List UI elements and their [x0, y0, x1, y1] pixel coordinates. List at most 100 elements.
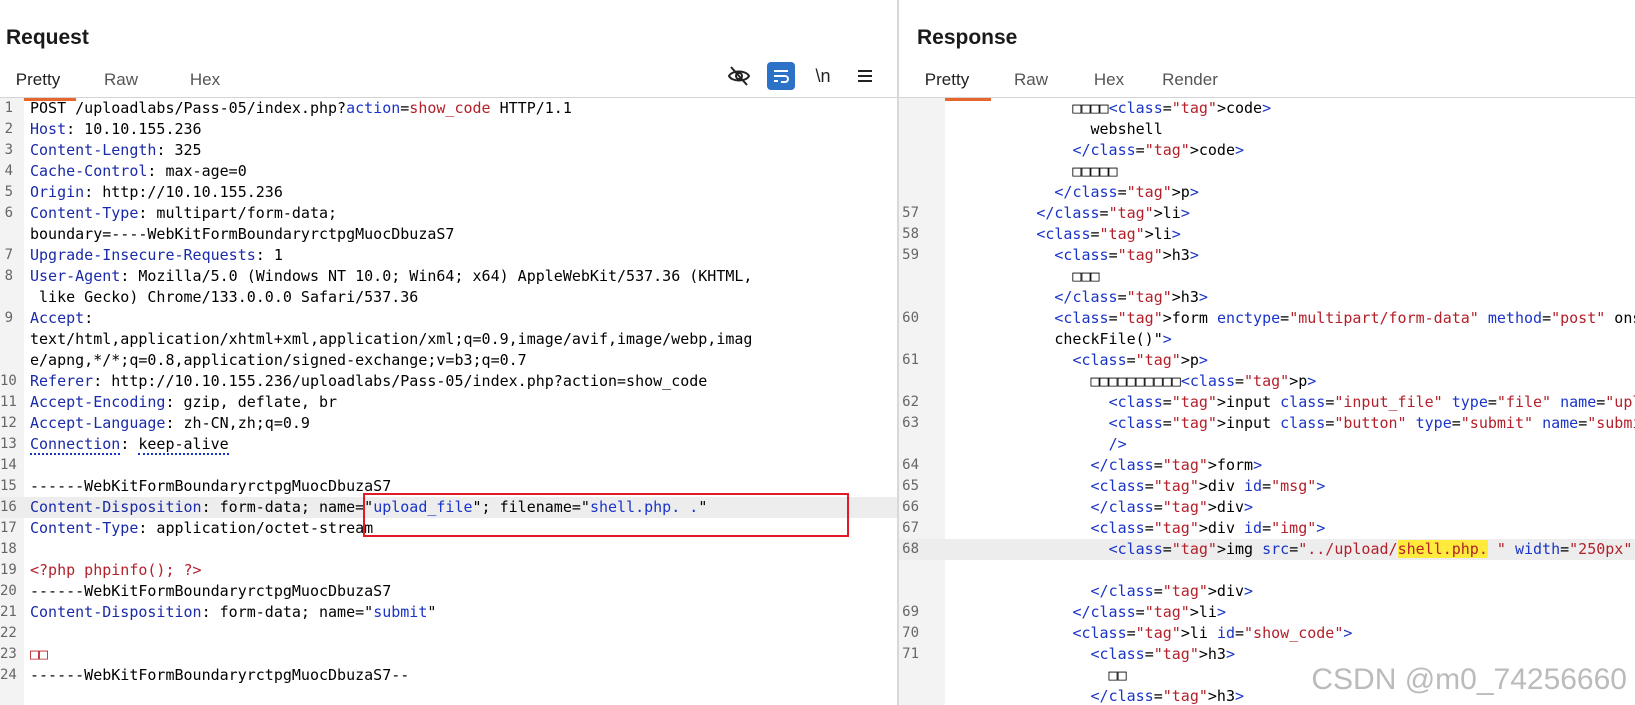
- request-code-line[interactable]: 11 Accept-Encoding: gzip, deflate, br: [0, 392, 897, 413]
- request-code-text: Accept-Encoding: gzip, deflate, br: [30, 393, 338, 411]
- request-code-line[interactable]: 6 Content-Type: multipart/form-data;: [0, 203, 897, 224]
- request-code-text: ------WebKitFormBoundaryrctpgMuocDbuzaS7…: [30, 666, 410, 684]
- response-tab-raw[interactable]: Raw: [991, 64, 1071, 98]
- response-code-line[interactable]: □□□□□□□□□□<class="tag">p>: [899, 371, 1635, 392]
- request-code-line[interactable]: 12 Accept-Language: zh-CN,zh;q=0.9: [0, 413, 897, 434]
- line-number: 60: [902, 310, 919, 326]
- response-code-line[interactable]: </class="tag">p>: [899, 182, 1635, 203]
- request-code-line[interactable]: 23 □□: [0, 644, 897, 665]
- line-number: 8: [4, 268, 13, 284]
- request-tab-hex[interactable]: Hex: [166, 64, 244, 98]
- request-code-text: Content-Type: application/octet-stream: [30, 519, 374, 537]
- request-toolbar: \n: [725, 62, 879, 90]
- line-number: 14: [0, 457, 17, 473]
- response-code-line[interactable]: □□□□<class="tag">code>: [899, 98, 1635, 119]
- request-code-line[interactable]: 7 Upgrade-Insecure-Requests: 1: [0, 245, 897, 266]
- line-number: 1: [4, 100, 13, 116]
- request-code-line[interactable]: 2 Host: 10.10.155.236: [0, 119, 897, 140]
- response-code-line[interactable]: 67 <class="tag">div id="img">: [899, 518, 1635, 539]
- response-code-text: </class="tag">p>: [1054, 183, 1199, 201]
- response-code-text: <class="tag">h3>: [1090, 645, 1236, 663]
- response-tab-render[interactable]: Render: [1147, 64, 1233, 98]
- line-number: 12: [0, 415, 17, 431]
- response-code-text: □□□□□□□□□□<class="tag">p>: [946, 372, 1317, 390]
- line-number: 16: [0, 499, 17, 515]
- response-code-line[interactable]: 69 </class="tag">li>: [899, 602, 1635, 623]
- request-code-line[interactable]: 24 ------WebKitFormBoundaryrctpgMuocDbuza…: [0, 665, 897, 686]
- request-code-line[interactable]: e/apng,*/*;q=0.8,application/signed-exch…: [0, 350, 897, 371]
- request-editor[interactable]: 1 POST /uploadlabs/Pass-05/index.php?acti…: [0, 98, 897, 686]
- response-tab-hex[interactable]: Hex: [1071, 64, 1147, 98]
- response-code-line[interactable]: </class="tag">code>: [899, 140, 1635, 161]
- request-code-line[interactable]: 8 User-Agent: Mozilla/5.0 (Windows NT 10.…: [0, 266, 897, 287]
- response-code-line[interactable]: 64 </class="tag">form>: [899, 455, 1635, 476]
- request-code-line[interactable]: 19 <?php phpinfo(); ?>: [0, 560, 897, 581]
- request-code-text: Referer: http://10.10.155.236/uploadlabs…: [30, 372, 708, 390]
- response-code-line[interactable]: webshell: [899, 119, 1635, 140]
- request-tab-raw[interactable]: Raw: [76, 64, 166, 98]
- request-code-line[interactable]: text/html,application/xhtml+xml,applicat…: [0, 329, 897, 350]
- line-number: 66: [902, 499, 919, 515]
- response-code-line[interactable]: 60 <class="tag">form enctype="multipart/…: [899, 308, 1635, 329]
- request-code-line[interactable]: 4 Cache-Control: max-age=0: [0, 161, 897, 182]
- response-editor[interactable]: □□□□<class="tag">code> webshell </class=…: [899, 98, 1635, 705]
- line-number: 17: [0, 520, 17, 536]
- request-code-line[interactable]: 20 ------WebKitFormBoundaryrctpgMuocDbuza…: [0, 581, 897, 602]
- line-number: 24: [0, 667, 17, 683]
- wrap-lines-icon[interactable]: [767, 62, 795, 90]
- response-code-line[interactable]: 63 <class="tag">input class="button" typ…: [899, 413, 1635, 434]
- request-code-line[interactable]: 21 Content-Disposition: form-data; name="…: [0, 602, 897, 623]
- response-code-line[interactable]: [899, 560, 1635, 581]
- request-code-line[interactable]: 5 Origin: http://10.10.155.236: [0, 182, 897, 203]
- request-code-text: Accept:: [30, 309, 94, 327]
- response-code-line[interactable]: 65 <class="tag">div id="msg">: [899, 476, 1635, 497]
- line-number: 9: [4, 310, 13, 326]
- line-number: 23: [0, 646, 17, 662]
- request-code-line[interactable]: 9 Accept:: [0, 308, 897, 329]
- request-code-line[interactable]: 3 Content-Length: 325: [0, 140, 897, 161]
- response-code-line[interactable]: 57 </class="tag">li>: [899, 203, 1635, 224]
- response-code-line[interactable]: checkFile()">: [899, 329, 1635, 350]
- request-tab-pretty[interactable]: Pretty: [0, 64, 76, 101]
- request-code-line[interactable]: 1 POST /uploadlabs/Pass-05/index.php?acti…: [0, 98, 897, 119]
- request-code-line[interactable]: 13 Connection: keep-alive: [0, 434, 897, 455]
- request-code-line[interactable]: 18: [0, 539, 897, 560]
- response-code-line[interactable]: 66 </class="tag">div>: [899, 497, 1635, 518]
- response-code-line[interactable]: />: [899, 434, 1635, 455]
- request-code-text: Accept-Language: zh-CN,zh;q=0.9: [30, 414, 310, 432]
- response-code-text: <class="tag">img src="../upload/shell.ph…: [1108, 540, 1633, 558]
- response-code-text: <class="tag">li>: [1036, 225, 1181, 243]
- request-code-text: Content-Disposition: form-data; name="su…: [30, 603, 437, 621]
- request-code-line[interactable]: boundary=----WebKitFormBoundaryrctpgMuoc…: [0, 224, 897, 245]
- newline-icon[interactable]: \n: [809, 62, 837, 90]
- response-code-line[interactable]: 59 <class="tag">h3>: [899, 245, 1635, 266]
- request-code-text: text/html,application/xhtml+xml,applicat…: [30, 330, 753, 348]
- response-code-line[interactable]: □□□: [899, 266, 1635, 287]
- response-tab-pretty[interactable]: Pretty: [903, 64, 991, 101]
- request-code-line[interactable]: 10 Referer: http://10.10.155.236/uploadla…: [0, 371, 897, 392]
- response-code-text: □□□: [946, 267, 1100, 285]
- response-code-line[interactable]: 70 <class="tag">li id="show_code">: [899, 623, 1635, 644]
- response-code-line[interactable]: □□□□□: [899, 161, 1635, 182]
- response-code-line[interactable]: 62 <class="tag">input class="input_file"…: [899, 392, 1635, 413]
- response-tabs: Pretty Raw Hex Render: [903, 64, 1233, 101]
- response-code-line[interactable]: </class="tag">h3>: [899, 287, 1635, 308]
- line-number: 18: [0, 541, 17, 557]
- response-code-text: </class="tag">form>: [1090, 456, 1263, 474]
- line-number: 69: [902, 604, 919, 620]
- response-code-line[interactable]: 71 <class="tag">h3>: [899, 644, 1635, 665]
- response-code-line[interactable]: 68 <class="tag">img src="../upload/shell…: [899, 539, 1635, 560]
- line-number: 19: [0, 562, 17, 578]
- response-code-line[interactable]: </class="tag">div>: [899, 581, 1635, 602]
- response-code-text: </class="tag">div>: [1090, 582, 1254, 600]
- request-code-text: Origin: http://10.10.155.236: [30, 183, 283, 201]
- response-code-line[interactable]: 58 <class="tag">li>: [899, 224, 1635, 245]
- menu-icon[interactable]: [851, 62, 879, 90]
- request-code-line[interactable]: 22: [0, 623, 897, 644]
- response-code-text: webshell: [946, 120, 1163, 138]
- response-code-line[interactable]: 61 <class="tag">p>: [899, 350, 1635, 371]
- request-code-line[interactable]: 14: [0, 455, 897, 476]
- watermark: CSDN @m0_74256660: [1311, 663, 1627, 696]
- eye-slash-icon[interactable]: [725, 62, 753, 90]
- request-code-line[interactable]: like Gecko) Chrome/133.0.0.0 Safari/537.…: [0, 287, 897, 308]
